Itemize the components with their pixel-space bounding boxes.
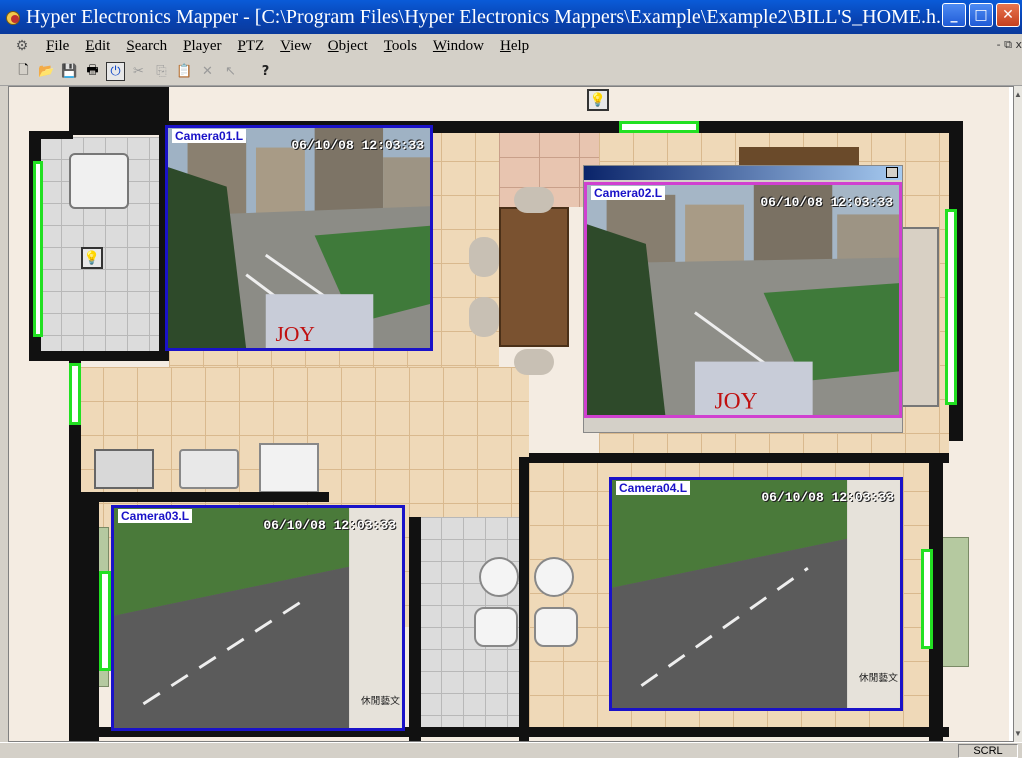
map-workspace[interactable]: 💡 💡 JOY Camera01.L 06/10/08 12:03:33 JOY… — [8, 86, 1014, 742]
kitchen-counter — [259, 443, 319, 493]
menu-tools[interactable]: Tools — [376, 38, 425, 55]
delete-x-icon[interactable]: ✕ — [198, 62, 217, 81]
wall — [69, 87, 169, 135]
maximize-button[interactable]: □ — [969, 3, 993, 27]
door-sensor[interactable] — [99, 571, 111, 671]
menu-ptz[interactable]: PTZ — [230, 38, 273, 55]
door-sensor[interactable] — [33, 161, 43, 337]
window-controls: _ □ ✕ — [942, 3, 1020, 27]
door-sensor[interactable] — [921, 549, 933, 649]
camera-timestamp: 06/10/08 12:03:33 — [263, 518, 396, 533]
wall — [409, 517, 421, 741]
camera-01-scene: JOY — [168, 128, 430, 348]
document-menu-icon[interactable]: ⚙ — [12, 36, 32, 56]
status-scroll-lock: SCRL — [958, 744, 1018, 758]
menu-view[interactable]: View — [272, 38, 320, 55]
vertical-scrollbar[interactable]: ▲ ▼ — [1014, 86, 1022, 742]
door-sensor[interactable] — [69, 363, 81, 425]
dining-chair — [514, 187, 554, 213]
menu-search[interactable]: Search — [118, 38, 175, 55]
dining-table — [499, 207, 569, 347]
maximize-icon[interactable] — [886, 167, 898, 178]
dining-chair — [514, 349, 554, 375]
scissors-icon[interactable]: ✂ — [129, 62, 148, 81]
toolbar: 🗋 📂 💾 🖶 ⏻ ✂ ⎘ 📋 ✕ ↖ ? — [0, 58, 1022, 86]
door-sensor[interactable] — [619, 121, 699, 133]
menu-help[interactable]: Help — [492, 38, 537, 55]
camera-04-banner: 休閒藝文 — [859, 671, 898, 684]
wall — [699, 121, 959, 133]
camera-01-sign: JOY — [276, 322, 315, 346]
wall — [519, 457, 529, 741]
wall — [69, 502, 99, 741]
camera-label: Camera01.L — [172, 129, 247, 143]
camera-timestamp: 06/10/08 12:03:33 — [760, 195, 893, 210]
window-title: Hyper Electronics Mapper - [C:\Program F… — [26, 5, 952, 28]
floor-plan: 💡 💡 JOY Camera01.L 06/10/08 12:03:33 JOY… — [9, 87, 1009, 741]
wall — [529, 453, 949, 463]
title-bar[interactable]: Hyper Electronics Mapper - [C:\Program F… — [0, 0, 1022, 34]
camera-label: Camera04.L — [616, 481, 691, 495]
app-logo-icon[interactable] — [4, 8, 22, 26]
camera-timestamp: 06/10/08 12:03:33 — [761, 490, 894, 505]
light-bulb-icon[interactable]: 💡 — [587, 89, 609, 111]
close-button[interactable]: ✕ — [996, 3, 1020, 27]
kitchen-sink — [179, 449, 239, 489]
menu-player[interactable]: Player — [175, 38, 229, 55]
wall — [29, 351, 169, 361]
menu-file[interactable]: File — [38, 38, 77, 55]
camera-02-scene: JOY — [587, 185, 899, 415]
copy-icon[interactable]: ⎘ — [152, 62, 171, 81]
camera-02-window[interactable]: JOY Camera02.L 06/10/08 12:03:33 — [583, 165, 903, 433]
camera-timestamp: 06/10/08 12:03:33 — [291, 138, 424, 153]
wall — [69, 492, 329, 502]
printer-icon[interactable]: 🖶 — [83, 62, 102, 81]
door-sensor[interactable] — [945, 209, 957, 405]
app-window: Hyper Electronics Mapper - [C:\Program F… — [0, 0, 1022, 758]
washbasin — [69, 153, 129, 209]
minimize-button[interactable]: _ — [942, 3, 966, 27]
menu-bar: ⚙ File Edit Search Player PTZ View Objec… — [0, 34, 1022, 58]
washbasin — [534, 607, 578, 647]
save-disk-icon[interactable]: 💾 — [60, 62, 79, 81]
toilet — [479, 557, 519, 597]
menu-edit[interactable]: Edit — [77, 38, 118, 55]
camera-04-view[interactable]: 休閒藝文 Camera04.L 06/10/08 12:03:33 — [609, 477, 903, 711]
menu-object[interactable]: Object — [320, 38, 376, 55]
scroll-up-icon[interactable]: ▲ — [1014, 90, 1022, 99]
camera-02-view[interactable]: JOY Camera02.L 06/10/08 12:03:33 — [584, 182, 902, 418]
camera-03-view[interactable]: 休閒藝文 Camera03.L 06/10/08 12:03:33 — [111, 505, 405, 731]
camera-03-banner: 休閒藝文 — [361, 694, 400, 707]
toilet — [534, 557, 574, 597]
status-bar: SCRL — [0, 742, 1022, 758]
stove — [94, 449, 154, 489]
mdi-child-controls[interactable]: - ⧉ x — [997, 38, 1022, 52]
washbasin — [474, 607, 518, 647]
paste-icon[interactable]: 📋 — [175, 62, 194, 81]
pointer-arrow-icon[interactable]: ↖ — [221, 62, 240, 81]
scroll-down-icon[interactable]: ▼ — [1014, 729, 1022, 738]
dining-chair — [469, 237, 499, 277]
camera-01-view[interactable]: JOY Camera01.L 06/10/08 12:03:33 — [165, 125, 433, 351]
new-document-icon[interactable]: 🗋 — [14, 62, 33, 81]
camera-03-scene: 休閒藝文 — [114, 508, 402, 728]
menu-window[interactable]: Window — [425, 38, 492, 55]
help-question-icon[interactable]: ? — [256, 62, 275, 81]
power-icon[interactable]: ⏻ — [106, 62, 125, 81]
camera-04-scene: 休閒藝文 — [612, 480, 900, 708]
open-folder-icon[interactable]: 📂 — [37, 62, 56, 81]
dining-chair — [469, 297, 499, 337]
camera-02-sign: JOY — [715, 389, 758, 415]
camera-label: Camera02.L — [591, 186, 666, 200]
camera-02-titlebar[interactable] — [584, 166, 902, 180]
light-bulb-icon[interactable]: 💡 — [81, 247, 103, 269]
camera-label: Camera03.L — [118, 509, 193, 523]
